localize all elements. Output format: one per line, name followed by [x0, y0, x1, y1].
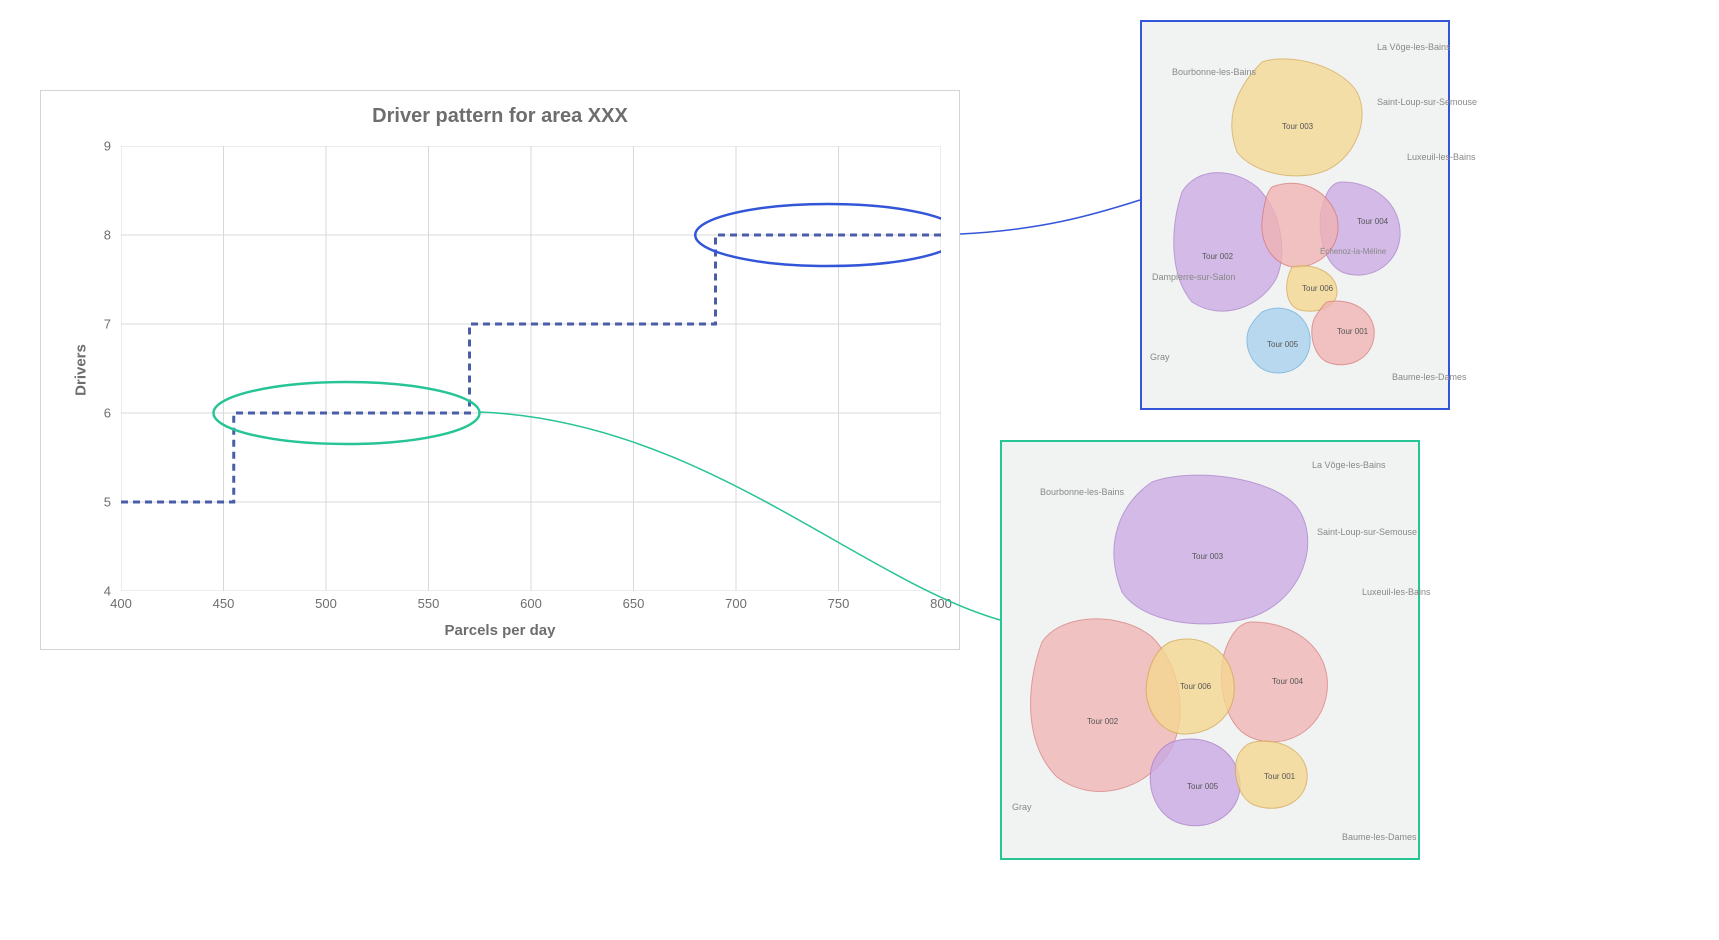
- region-label: Tour 004: [1272, 677, 1303, 686]
- x-tick: 700: [725, 596, 747, 611]
- map-box-green: Bourbonne-les-Bains La Vôge-les-Bains Sa…: [1000, 440, 1420, 860]
- y-tick: 4: [91, 584, 111, 599]
- connector-blue: [960, 200, 1140, 234]
- city-label: Luxeuil-les-Bains: [1362, 587, 1431, 597]
- x-tick: 650: [623, 596, 645, 611]
- chart-container: Driver pattern for area XXX Drivers Parc…: [40, 90, 960, 650]
- x-tick: 450: [213, 596, 235, 611]
- x-tick: 400: [110, 596, 132, 611]
- region-label: Tour 003: [1192, 552, 1223, 561]
- region-label: Tour 005: [1187, 782, 1218, 791]
- region-label: Tour 006: [1302, 284, 1333, 293]
- city-label: Dampierre-sur-Salon: [1152, 272, 1236, 282]
- city-label: Bourbonne-les-Bains: [1040, 487, 1124, 497]
- x-tick: 500: [315, 596, 337, 611]
- region-label: Tour 002: [1087, 717, 1118, 726]
- region-label: Tour 001: [1337, 327, 1368, 336]
- region-label: Tour 001: [1264, 772, 1295, 781]
- city-label: La Vôge-les-Bains: [1312, 460, 1386, 470]
- region-tour-003: [1114, 475, 1308, 624]
- map-box-blue: Bourbonne-les-Bains La Vôge-les-Bains Sa…: [1140, 20, 1450, 410]
- y-tick: 6: [91, 406, 111, 421]
- region-label: Tour 004: [1357, 217, 1388, 226]
- map-blue-svg: [1142, 22, 1448, 408]
- y-tick: 8: [91, 228, 111, 243]
- map-green-svg: [1002, 442, 1418, 858]
- y-tick: 5: [91, 495, 111, 510]
- region-label: Tour 002: [1202, 252, 1233, 261]
- city-label: Bourbonne-les-Bains: [1172, 67, 1256, 77]
- city-label: Gray: [1012, 802, 1032, 812]
- city-label: Échenoz-la-Méline: [1320, 247, 1386, 256]
- city-label: Gray: [1150, 352, 1170, 362]
- y-axis-label: Drivers: [72, 344, 89, 396]
- x-tick: 550: [418, 596, 440, 611]
- region-label: Tour 005: [1267, 340, 1298, 349]
- y-tick: 9: [91, 139, 111, 154]
- y-tick: 7: [91, 317, 111, 332]
- city-label: Saint-Loup-sur-Semouse: [1377, 97, 1477, 107]
- x-tick: 600: [520, 596, 542, 611]
- city-label: Baume-les-Dames: [1342, 832, 1417, 842]
- city-label: Saint-Loup-sur-Semouse: [1317, 527, 1417, 537]
- region-label: Tour 006: [1180, 682, 1211, 691]
- city-label: La Vôge-les-Bains: [1377, 42, 1451, 52]
- x-tick: 800: [930, 596, 952, 611]
- chart-svg: [121, 146, 941, 591]
- x-axis-label: Parcels per day: [445, 622, 556, 639]
- plot-area: [121, 146, 939, 589]
- city-label: Baume-les-Dames: [1392, 372, 1467, 382]
- chart-title: Driver pattern for area XXX: [41, 105, 959, 128]
- x-tick: 750: [828, 596, 850, 611]
- city-label: Luxeuil-les-Bains: [1407, 152, 1476, 162]
- region-label: Tour 003: [1282, 122, 1313, 131]
